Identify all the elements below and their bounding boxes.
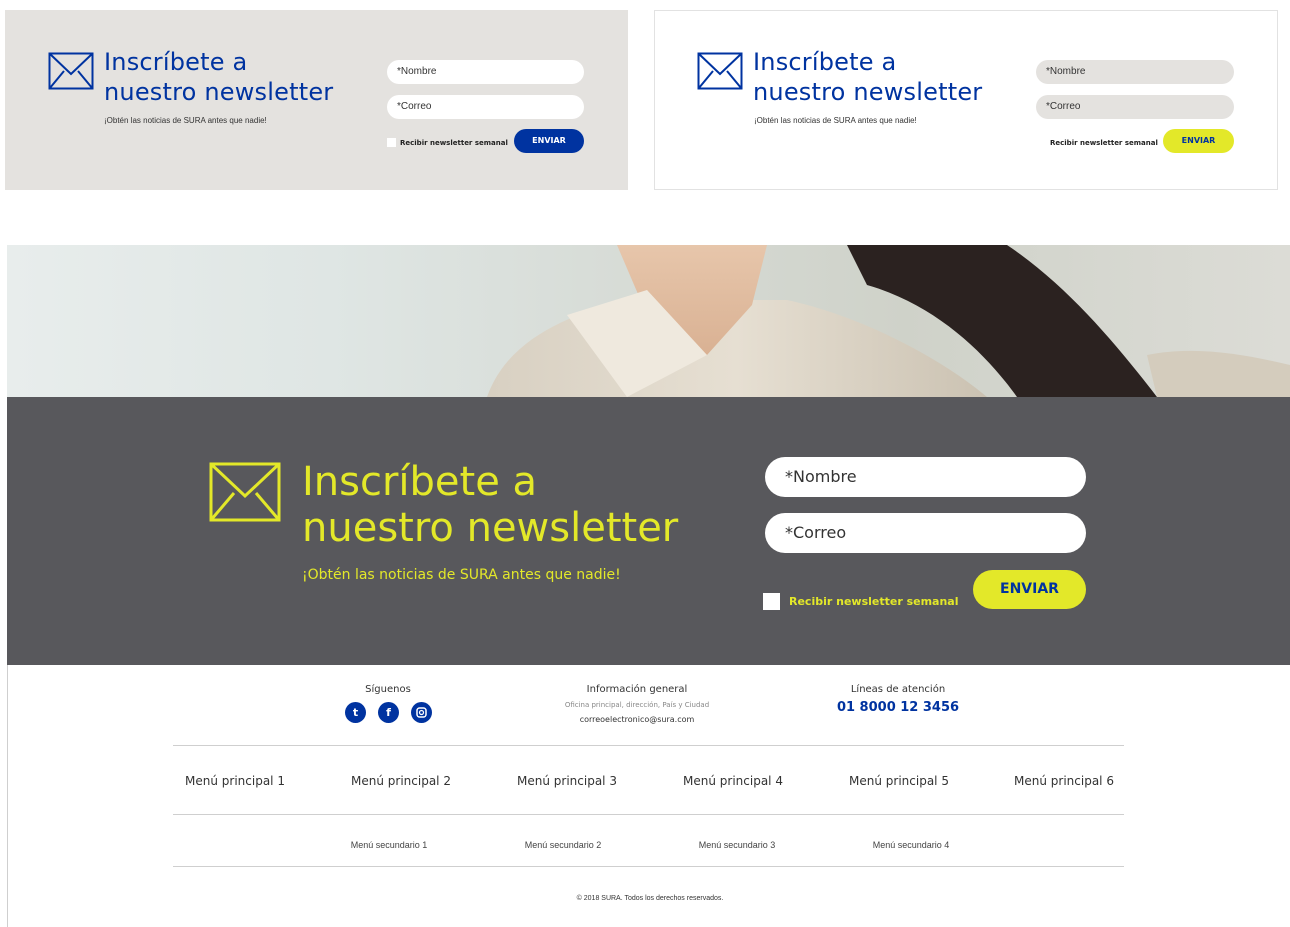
follow-label: Síguenos <box>365 684 411 695</box>
main-menu-item[interactable]: Menú principal 3 <box>502 774 632 788</box>
main-menu-item[interactable]: Menú principal 5 <box>834 774 964 788</box>
newsletter-title: Inscríbete a nuestro newsletter <box>753 47 982 107</box>
checkbox-label[interactable]: Recibir newsletter semanal <box>1050 139 1158 147</box>
name-input[interactable]: *Nombre <box>387 60 584 84</box>
newsletter-subtitle: ¡Obtén las noticias de SURA antes que na… <box>302 567 621 583</box>
main-menu-item[interactable]: Menú principal 1 <box>170 774 300 788</box>
newsletter-checkbox[interactable] <box>763 593 780 610</box>
email-input[interactable]: *Correo <box>765 513 1086 553</box>
title-line-1: Inscríbete a <box>753 48 897 76</box>
checkbox-label: Recibir newsletter semanal <box>789 595 959 608</box>
submit-button[interactable]: ENVIAR <box>1163 129 1234 153</box>
title-line-1: Inscríbete a <box>302 459 538 505</box>
info-title: Información general <box>586 684 688 695</box>
footer-divider <box>173 814 1124 815</box>
footer-divider <box>173 866 1124 867</box>
secondary-menu-item[interactable]: Menú secundario 1 <box>329 840 449 850</box>
title-line-2: nuestro newsletter <box>753 78 983 106</box>
info-address: Oficina principal, dirección, País y Ciu… <box>564 701 710 709</box>
twitter-icon[interactable]: t <box>345 702 366 723</box>
email-input[interactable]: *Correo <box>1036 95 1234 119</box>
name-input[interactable]: *Nombre <box>765 457 1086 497</box>
newsletter-checkbox[interactable] <box>387 138 396 147</box>
name-input[interactable]: *Nombre <box>1036 60 1234 84</box>
envelope-icon <box>697 52 743 90</box>
title-line-1: Inscríbete a <box>104 48 248 76</box>
facebook-icon[interactable]: f <box>378 702 399 723</box>
envelope-icon <box>48 52 94 90</box>
secondary-menu-item[interactable]: Menú secundario 3 <box>677 840 797 850</box>
info-email[interactable]: correoelectronico@sura.com <box>537 715 737 724</box>
instagram-icon[interactable] <box>411 702 432 723</box>
hero-image <box>7 245 1290 397</box>
page-edge-line <box>7 665 8 927</box>
newsletter-title: Inscríbete a nuestro newsletter <box>302 459 678 551</box>
envelope-icon <box>209 462 281 522</box>
newsletter-subtitle: ¡Obtén las noticias de SURA antes que na… <box>104 116 267 125</box>
phone-number[interactable]: 01 8000 12 3456 <box>798 700 998 715</box>
main-menu-item[interactable]: Menú principal 4 <box>668 774 798 788</box>
newsletter-title: Inscríbete a nuestro newsletter <box>104 47 333 107</box>
email-input[interactable]: *Correo <box>387 95 584 119</box>
title-line-2: nuestro newsletter <box>302 505 679 551</box>
footer-divider <box>173 745 1124 746</box>
submit-button[interactable]: ENVIAR <box>514 129 584 153</box>
lines-title: Líneas de atención <box>850 684 946 695</box>
hero-photo-illustration <box>487 245 1290 397</box>
main-menu-item[interactable]: Menú principal 6 <box>999 774 1129 788</box>
submit-button[interactable]: ENVIAR <box>973 570 1086 609</box>
secondary-menu-item[interactable]: Menú secundario 2 <box>503 840 623 850</box>
main-menu-item[interactable]: Menú principal 2 <box>336 774 466 788</box>
checkbox-label: Recibir newsletter semanal <box>400 139 508 147</box>
newsletter-subtitle: ¡Obtén las noticias de SURA antes que na… <box>754 116 917 125</box>
title-line-2: nuestro newsletter <box>104 78 334 106</box>
copyright: © 2018 SURA. Todos los derechos reservad… <box>576 895 724 902</box>
secondary-menu-item[interactable]: Menú secundario 4 <box>851 840 971 850</box>
